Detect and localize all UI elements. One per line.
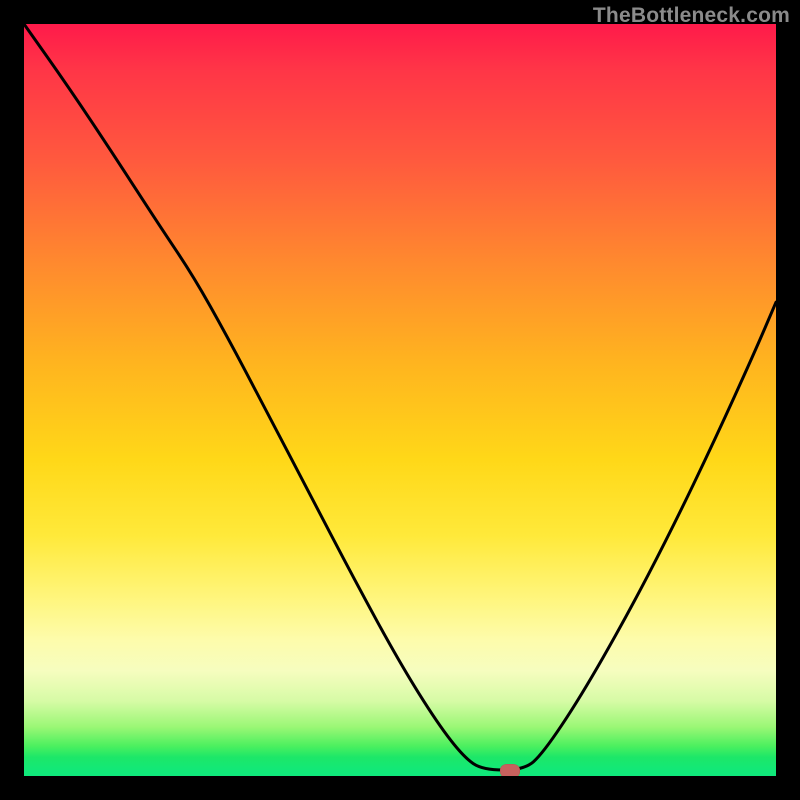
watermark-text: TheBottleneck.com: [593, 4, 790, 28]
curve-path: [24, 24, 776, 770]
bottleneck-curve: [24, 24, 776, 776]
chart-frame: TheBottleneck.com: [0, 0, 800, 800]
plot-area: [24, 24, 776, 776]
optimal-marker: [500, 764, 520, 776]
